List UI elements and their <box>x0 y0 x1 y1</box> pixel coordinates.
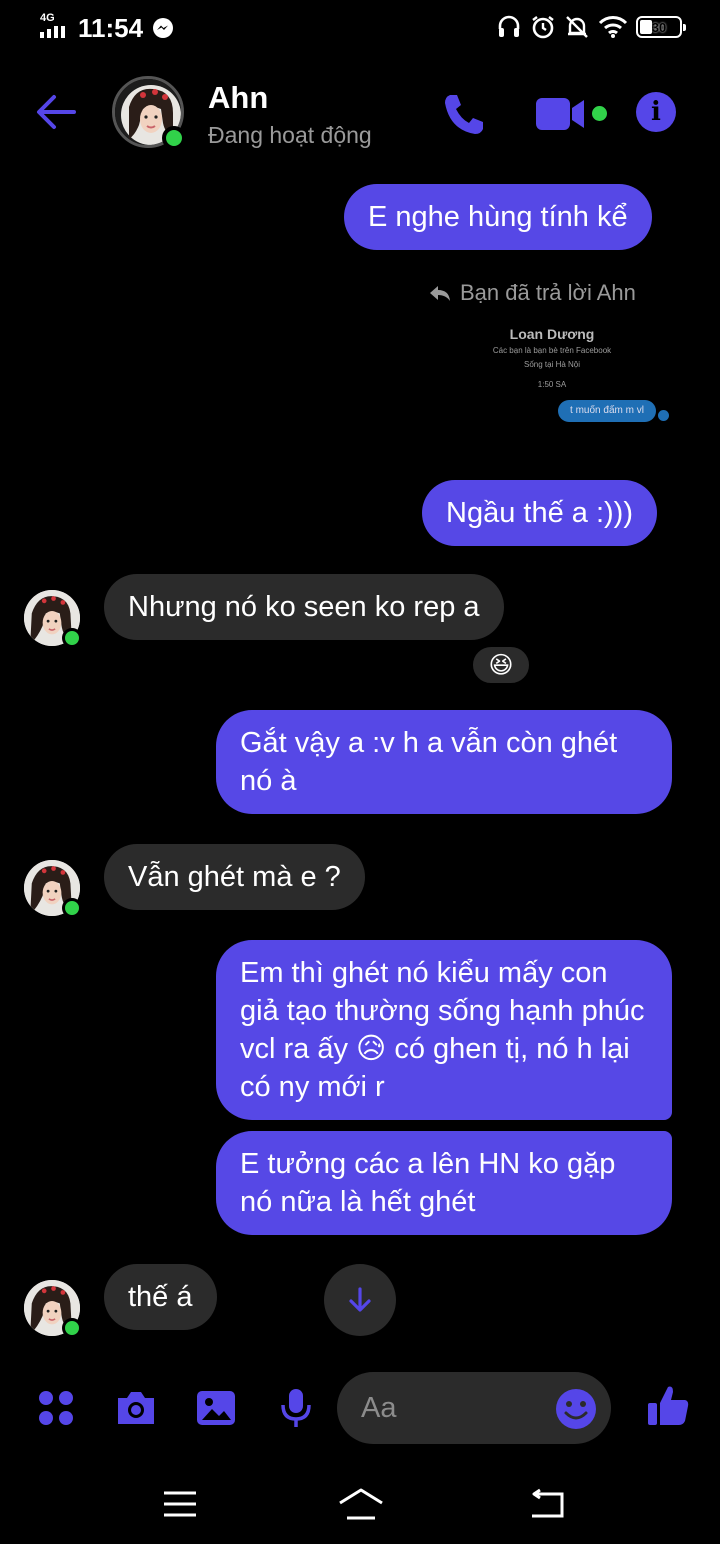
image-icon[interactable] <box>194 1386 238 1430</box>
reply-note-text: Bạn đã trả lời Ahn <box>460 280 636 305</box>
active-call-dot <box>592 106 607 121</box>
reply-preview-line: Các bạn là bạn bè trên Facebook <box>492 346 612 355</box>
reply-preview-bubble: t muốn đấm m vl <box>558 400 656 422</box>
video-camera-icon[interactable] <box>534 94 590 134</box>
scroll-to-bottom-button[interactable] <box>324 1264 396 1336</box>
chat-header: Ahn Đang hoạt động i <box>0 66 720 162</box>
reply-preview-line: Sống tại Hà Nội <box>523 360 581 369</box>
message-outgoing[interactable]: Ngầu thế a :))) <box>422 480 657 546</box>
message-outgoing[interactable]: Gắt vậy a :v h a vẫn còn ghét nó à <box>216 710 672 814</box>
reply-preview-name: Loan Dương <box>509 326 595 342</box>
online-indicator <box>62 628 82 648</box>
wifi-icon <box>598 16 628 38</box>
mute-bell-icon <box>566 16 588 38</box>
network-type: 4G <box>40 12 55 24</box>
message-incoming[interactable]: Nhưng nó ko seen ko rep a <box>104 574 504 640</box>
clock: 11:54 <box>78 13 144 43</box>
headphones-icon <box>498 15 520 37</box>
message-outgoing[interactable]: Em thì ghét nó kiểu mấy con giả tạo thườ… <box>216 940 672 1120</box>
apps-icon[interactable] <box>34 1386 78 1430</box>
home-icon[interactable] <box>336 1484 386 1524</box>
thumbs-up-icon[interactable] <box>644 1382 692 1430</box>
camera-icon[interactable] <box>114 1386 158 1430</box>
message-incoming[interactable]: thế á <box>104 1264 217 1330</box>
message-incoming[interactable]: Vẫn ghét mà e ? <box>104 844 365 910</box>
reply-note: Bạn đã trả lời Ahn <box>428 280 636 306</box>
battery-icon: 30 <box>636 16 686 38</box>
reply-icon <box>430 286 450 301</box>
microphone-icon[interactable] <box>274 1386 318 1430</box>
battery-level: 30 <box>651 19 667 35</box>
reply-preview[interactable]: Loan Dương Các bạn là bạn bè trên Facebo… <box>464 320 674 430</box>
online-indicator <box>162 126 186 150</box>
message-outgoing[interactable]: E tưởng các a lên HN ko gặp nó nữa là hế… <box>216 1131 672 1235</box>
arrow-down-icon <box>349 1287 371 1312</box>
active-status: Đang hoạt động <box>208 122 372 148</box>
contact-name[interactable]: Ahn <box>208 80 268 116</box>
messenger-icon <box>153 18 173 38</box>
alarm-icon <box>532 16 554 39</box>
info-icon[interactable]: i <box>636 92 676 132</box>
signal-icon <box>40 26 65 38</box>
status-icons: 30 <box>496 14 686 40</box>
composer <box>0 1366 720 1456</box>
emoji-icon[interactable] <box>555 1388 597 1430</box>
menu-icon[interactable] <box>160 1484 200 1524</box>
reaction-badge[interactable]: 😆 <box>470 644 532 686</box>
reply-preview-time: 1:50 SA <box>537 380 567 389</box>
seen-check-icon <box>658 410 669 421</box>
online-indicator <box>62 898 82 918</box>
return-icon[interactable] <box>528 1484 568 1524</box>
message-outgoing[interactable]: E nghe hùng tính kể <box>344 184 652 250</box>
online-indicator <box>62 1318 82 1338</box>
status-bar: 4G 11:54 30 <box>0 0 720 56</box>
system-nav-bar <box>0 1464 720 1544</box>
back-arrow-icon[interactable] <box>34 92 78 132</box>
phone-icon[interactable] <box>440 90 488 138</box>
